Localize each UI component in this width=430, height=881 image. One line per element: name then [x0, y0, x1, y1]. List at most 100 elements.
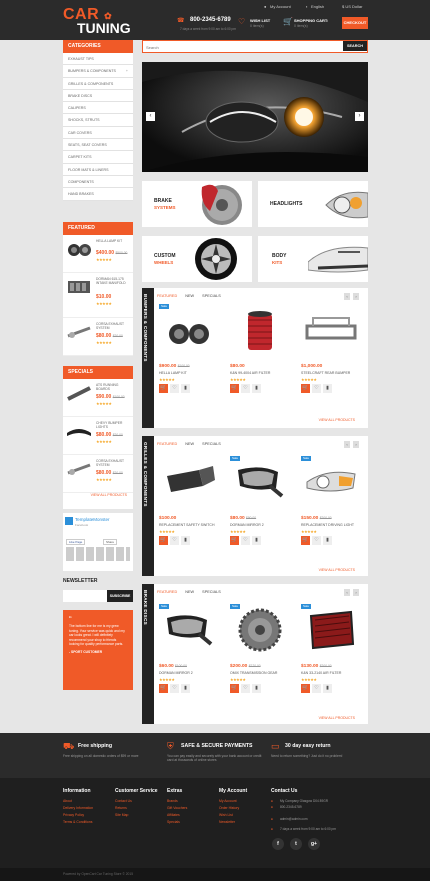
add-to-cart-button[interactable]: 🛒: [159, 536, 168, 545]
footer-link[interactable]: Gift Vouchers: [167, 806, 187, 810]
banner-brake-systems[interactable]: BRAKE SYSTEMS: [142, 181, 252, 227]
add-to-cart-button[interactable]: 🛒: [159, 384, 168, 393]
search-button[interactable]: SEARCH: [343, 41, 367, 51]
list-item[interactable]: ATS RUNNING BOARDS $90.00 $100.00 ★★★★★: [63, 379, 133, 417]
wishlist-button[interactable]: ♡: [312, 684, 321, 693]
search-input[interactable]: [146, 43, 336, 51]
product-image[interactable]: [301, 604, 361, 659]
footer-link[interactable]: Specials: [167, 820, 180, 824]
carousel-next-button[interactable]: ›: [353, 589, 359, 596]
carousel-prev-button[interactable]: ‹: [344, 441, 350, 448]
list-item[interactable]: CORSA EXHAUST SYSTEM $80.00 $20.00 ★★★★★: [63, 318, 133, 356]
category-item[interactable]: SEATS, SEAT COVERS: [63, 139, 133, 152]
share-button[interactable]: Share: [103, 539, 118, 545]
list-item[interactable]: DORMAN 615-175 INTAKE MANIFOLD $10.00 ★★…: [63, 273, 133, 318]
view-all-link[interactable]: VIEW ALL PRODUCTS: [319, 716, 355, 720]
category-item[interactable]: SHOCKS, STRUTS: [63, 114, 133, 127]
list-item[interactable]: CHEVY BUMPER LIGHTS $80.00 $20.00 ★★★★★: [63, 417, 133, 455]
compare-button[interactable]: ▮: [181, 384, 190, 393]
tab-featured[interactable]: FEATURED: [157, 590, 177, 594]
wishlist-button[interactable]: ♡: [241, 684, 250, 693]
banner-custom-wheels[interactable]: CUSTOM WHEELS: [142, 236, 252, 282]
compare-button[interactable]: ▮: [181, 536, 190, 545]
banner-body-kits[interactable]: BODY KITS: [258, 236, 368, 282]
wishlist-label[interactable]: WISH LIST: [250, 18, 270, 23]
list-item[interactable]: HELLA LAMP KIT $400.00 $500.00 ★★★★★: [63, 235, 133, 273]
wishlist-button[interactable]: ♡: [170, 684, 179, 693]
wishlist-button[interactable]: ♡: [170, 536, 179, 545]
category-item[interactable]: CAR COVERS: [63, 126, 133, 140]
newsletter-email-input[interactable]: [63, 590, 107, 602]
language-select[interactable]: English: [311, 4, 324, 9]
product-thumb[interactable]: [66, 383, 92, 403]
my-account-link[interactable]: My Account: [270, 4, 291, 9]
product-image[interactable]: [159, 604, 219, 659]
footer-link[interactable]: My Account: [219, 799, 237, 803]
cart-icon[interactable]: 🛒: [283, 18, 293, 26]
carousel-next-button[interactable]: ›: [353, 441, 359, 448]
product-name[interactable]: DORMAN MIRROR 2: [230, 523, 264, 527]
footer-link[interactable]: Order History: [219, 806, 239, 810]
footer-link[interactable]: Newsletter: [219, 820, 235, 824]
product-name[interactable]: REPLACEMENT DRIVING LIGHT: [301, 523, 354, 527]
product-image[interactable]: [159, 456, 219, 511]
view-all-link[interactable]: VIEW ALL PRODUCTS: [319, 568, 355, 572]
carousel-next-button[interactable]: ›: [353, 293, 359, 300]
view-all-link[interactable]: VIEW ALL PRODUCTS: [319, 418, 355, 422]
checkout-button[interactable]: CHECKOUT: [342, 17, 368, 29]
slider-prev-button[interactable]: ‹: [146, 112, 155, 121]
wishlist-button[interactable]: ♡: [241, 384, 250, 393]
heart-icon[interactable]: ♡: [238, 18, 245, 26]
compare-button[interactable]: ▮: [323, 384, 332, 393]
footer-link[interactable]: Terms & Conditions: [63, 820, 92, 824]
wishlist-button[interactable]: ♡: [170, 384, 179, 393]
view-all-link[interactable]: VIEW ALL PRODUCTS: [63, 493, 133, 497]
wishlist-button[interactable]: ♡: [312, 536, 321, 545]
product-thumb[interactable]: [66, 322, 92, 342]
subscribe-button[interactable]: SUBSCRIBE: [107, 590, 133, 602]
product-name[interactable]: ATS RUNNING BOARDS: [96, 383, 131, 391]
hero-slider[interactable]: ‹ ›: [142, 62, 368, 172]
compare-button[interactable]: ▮: [252, 384, 261, 393]
product-image[interactable]: [159, 304, 219, 359]
product-name[interactable]: STEELCRAFT REAR BUMPER: [301, 371, 350, 375]
like-page-button[interactable]: Like Page: [66, 539, 86, 545]
footer-link[interactable]: Wish List: [219, 813, 233, 817]
tab-new[interactable]: NEW: [185, 590, 194, 594]
product-name[interactable]: HELLA LAMP KIT: [159, 371, 187, 375]
tab-new[interactable]: NEW: [185, 442, 194, 446]
category-item[interactable]: BUMPERS & COMPONENTS +: [63, 65, 133, 78]
add-to-cart-button[interactable]: 🛒: [230, 536, 239, 545]
compare-button[interactable]: ▮: [252, 684, 261, 693]
product-image[interactable]: [301, 456, 361, 511]
category-item[interactable]: CALIPERS: [63, 102, 133, 115]
slider-next-button[interactable]: ›: [355, 112, 364, 121]
tab-specials[interactable]: SPECIALS: [202, 294, 221, 298]
add-to-cart-button[interactable]: 🛒: [301, 684, 310, 693]
category-item[interactable]: COMPONENTS: [63, 175, 133, 189]
tab-featured[interactable]: FEATURED: [157, 442, 177, 446]
tab-new[interactable]: NEW: [185, 294, 194, 298]
tab-specials[interactable]: SPECIALS: [202, 590, 221, 594]
category-item[interactable]: EXHAUST TIPS: [63, 53, 133, 66]
compare-button[interactable]: ▮: [323, 684, 332, 693]
add-to-cart-button[interactable]: 🛒: [159, 684, 168, 693]
expand-icon[interactable]: +: [126, 65, 128, 77]
footer-link[interactable]: Site Map: [115, 813, 128, 817]
banner-headlights[interactable]: HEADLIGHTS: [258, 181, 368, 227]
product-name[interactable]: DORMAN MIRROR 2: [159, 671, 193, 675]
product-name[interactable]: K&N 99-4004 AIR FILTER: [230, 371, 270, 375]
product-name[interactable]: CHEVY BUMPER LIGHTS: [96, 421, 131, 429]
category-item[interactable]: CARPET KITS: [63, 151, 133, 164]
footer-link[interactable]: Affiliates: [167, 813, 180, 817]
cart-label[interactable]: SHOPPING CART:: [294, 18, 328, 23]
google-plus-icon[interactable]: g+: [308, 838, 320, 850]
product-name[interactable]: CORSA EXHAUST SYSTEM: [96, 459, 131, 467]
wishlist-button[interactable]: ♡: [241, 536, 250, 545]
twitter-icon[interactable]: t: [290, 838, 302, 850]
footer-link[interactable]: Contact Us: [115, 799, 132, 803]
tab-featured[interactable]: FEATURED: [157, 294, 177, 298]
list-item[interactable]: CORSA EXHAUST SYSTEM $80.00 $20.00 ★★★★★: [63, 455, 133, 493]
product-thumb[interactable]: [66, 239, 92, 259]
add-to-cart-button[interactable]: 🛒: [230, 384, 239, 393]
